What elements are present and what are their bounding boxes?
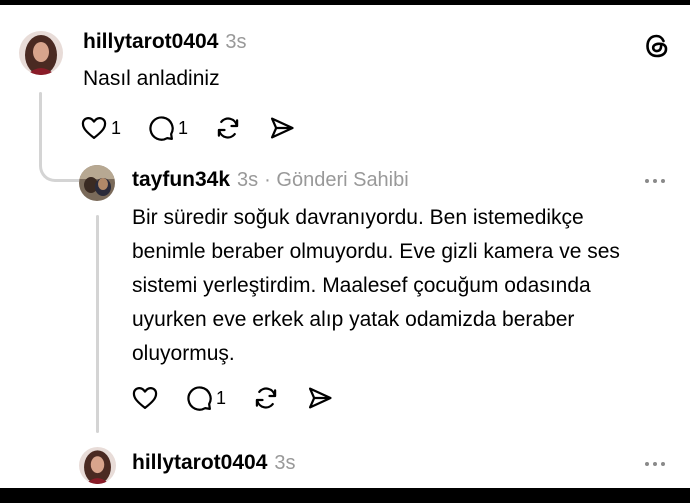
thread-line <box>96 215 99 433</box>
share-button[interactable] <box>306 384 334 412</box>
post-actions: 1 <box>131 384 360 412</box>
like-button[interactable]: 1 <box>80 114 121 142</box>
post-header: hillytarot0404 3s <box>83 30 247 54</box>
more-options-button[interactable] <box>645 462 665 466</box>
username[interactable]: hillytarot0404 <box>132 451 267 475</box>
timestamp: 3s <box>274 452 296 474</box>
post-text: Bir süredir soğuk davranıyordu. Ben iste… <box>132 206 620 365</box>
share-icon <box>268 114 296 142</box>
repost-icon <box>214 114 242 142</box>
threads-logo-icon[interactable] <box>644 33 670 59</box>
share-icon <box>306 384 334 412</box>
avatar[interactable] <box>19 31 63 75</box>
more-icon <box>645 179 649 183</box>
repost-button[interactable] <box>214 114 242 142</box>
post-actions: 1 1 <box>80 114 322 142</box>
top-border <box>0 0 690 5</box>
thread-line <box>39 92 42 152</box>
reply-count: 1 <box>178 117 189 138</box>
reply-button[interactable]: 1 <box>185 384 226 412</box>
repost-button[interactable] <box>252 384 280 412</box>
avatar[interactable] <box>79 447 116 484</box>
timestamp: 3s <box>237 169 259 191</box>
post-header: hillytarot0404 3s <box>132 451 296 475</box>
more-options-button[interactable] <box>645 179 665 183</box>
author-badge: · Gönderi Sahibi <box>264 169 409 191</box>
post-header: tayfun34k 3s · Gönderi Sahibi <box>132 168 409 192</box>
post-text: Nasıl anladiniz <box>83 67 220 90</box>
more-icon <box>645 462 649 466</box>
comment-icon <box>185 384 213 412</box>
heart-icon <box>131 384 159 412</box>
thread-connector <box>39 150 81 182</box>
like-button[interactable] <box>131 384 159 412</box>
heart-icon <box>80 114 108 142</box>
reply-count: 1 <box>216 387 227 408</box>
bottom-border <box>0 488 690 503</box>
avatar[interactable] <box>79 165 115 201</box>
reply-button[interactable]: 1 <box>147 114 188 142</box>
share-button[interactable] <box>268 114 296 142</box>
username[interactable]: hillytarot0404 <box>83 30 218 54</box>
timestamp: 3s <box>225 31 247 53</box>
username[interactable]: tayfun34k <box>132 168 230 192</box>
like-count: 1 <box>111 117 122 138</box>
repost-icon <box>252 384 280 412</box>
comment-icon <box>147 114 175 142</box>
